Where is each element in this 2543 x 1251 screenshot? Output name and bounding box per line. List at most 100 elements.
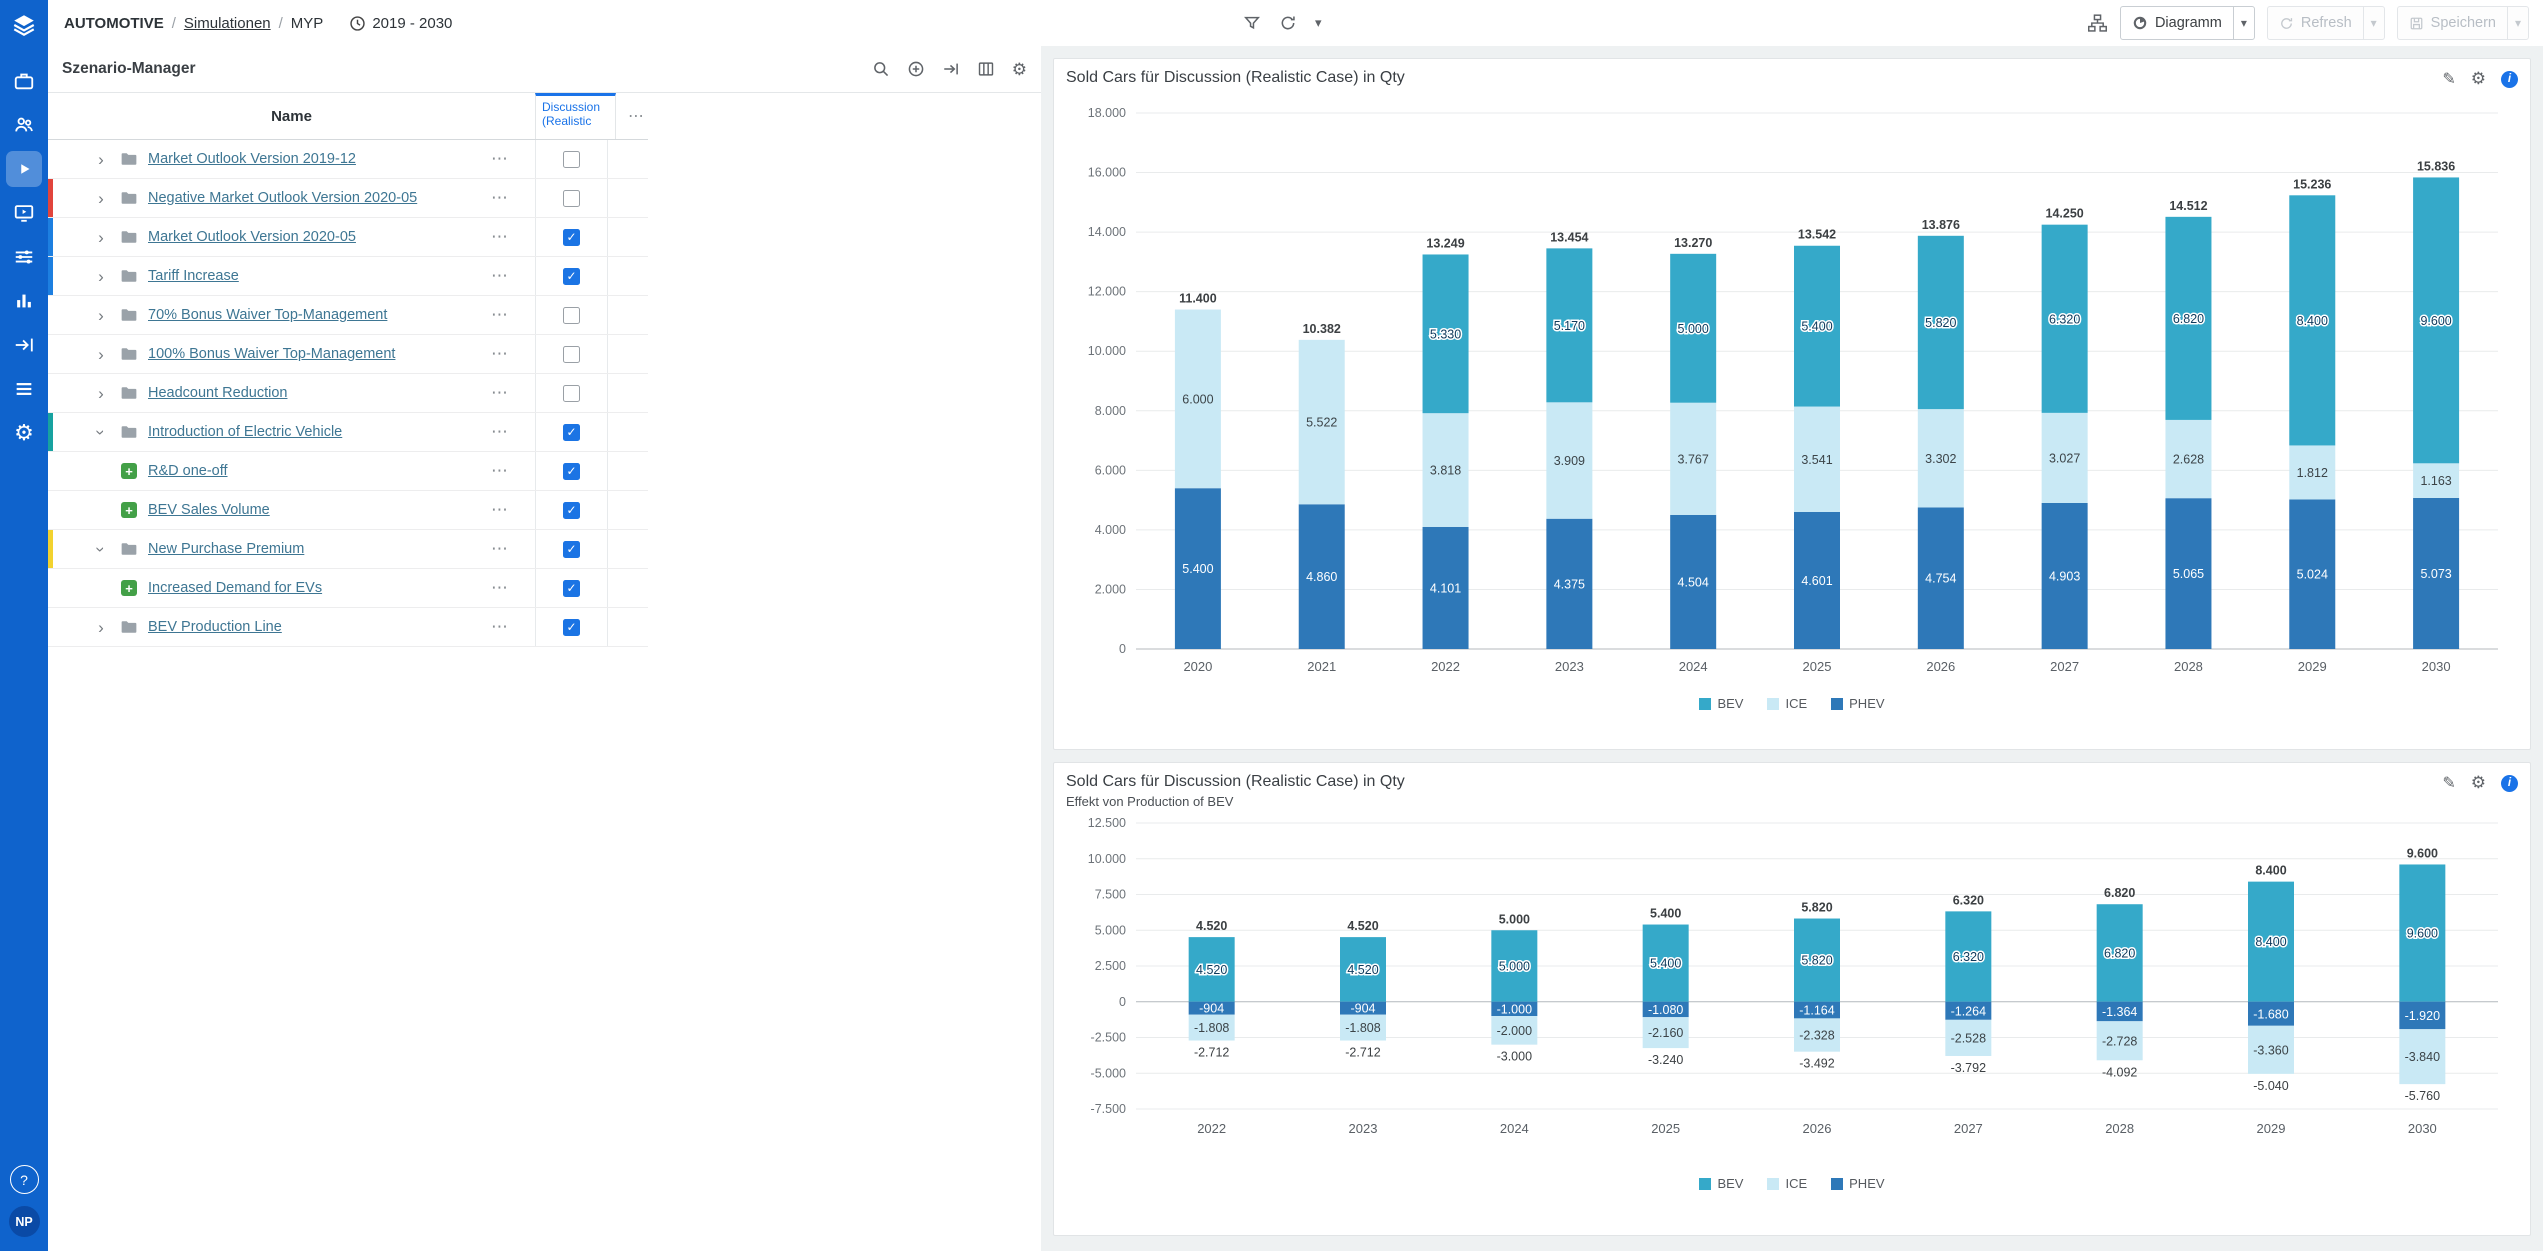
nav-analytics-icon[interactable] [6,283,42,319]
gear-icon[interactable]: ⚙ [1012,61,1027,78]
chevron-right-icon[interactable]: › [92,268,110,285]
svg-text:-2.528: -2.528 [1951,1031,1986,1045]
row-menu-icon[interactable]: ⋯ [491,344,509,364]
scenario-link[interactable]: Tariff Increase [148,268,239,284]
view-select-caret[interactable]: ▾ [2233,7,2254,39]
search-icon[interactable] [872,60,890,78]
chevron-right-icon[interactable]: › [92,346,110,363]
legend-item[interactable]: PHEV [1831,1176,1884,1191]
row-menu-icon[interactable]: ⋯ [491,383,509,403]
scenario-link[interactable]: R&D one-off [148,463,228,479]
legend-swatch [1831,1178,1843,1190]
chevron-right-icon[interactable]: › [92,619,110,636]
row-menu-icon[interactable]: ⋯ [491,305,509,325]
chevron-down-icon[interactable]: › [93,540,110,558]
chevron-right-icon[interactable]: › [92,190,110,207]
discussion-checkbox[interactable]: ✓ [563,541,580,558]
legend-item[interactable]: BEV [1699,1176,1743,1191]
view-select-main[interactable]: Diagramm [2121,7,2233,39]
chevron-right-icon[interactable]: › [92,151,110,168]
discussion-checkbox[interactable] [563,346,580,363]
discussion-checkbox[interactable]: ✓ [563,580,580,597]
nav-simulations-play-icon[interactable] [6,151,42,187]
info-icon[interactable]: i [2501,71,2518,88]
scenario-link[interactable]: Negative Market Outlook Version 2020-05 [148,190,417,206]
nav-sliders-icon[interactable] [6,239,42,275]
discussion-checkbox[interactable]: ✓ [563,229,580,246]
row-menu-icon[interactable]: ⋯ [491,266,509,286]
gear-icon[interactable]: ⚙ [2471,773,2486,793]
jump-to-right-icon[interactable] [942,60,960,78]
info-icon[interactable]: i [2501,775,2518,792]
refresh-button-caret[interactable]: ▾ [2363,7,2384,39]
discussion-column-header[interactable]: Discussion (Realistic [535,93,616,139]
discussion-checkbox[interactable] [563,190,580,207]
chevron-down-icon[interactable]: › [93,423,110,441]
chevron-right-icon[interactable]: › [92,385,110,402]
row-menu-icon[interactable]: ⋯ [491,422,509,442]
save-button[interactable]: Speichern [2398,7,2507,39]
scenario-link[interactable]: Market Outlook Version 2019-12 [148,151,356,167]
scenario-link[interactable]: New Purchase Premium [148,541,304,557]
save-button-caret[interactable]: ▾ [2507,7,2528,39]
row-menu-icon[interactable]: ⋯ [491,149,509,169]
chevron-right-icon[interactable]: › [92,307,110,324]
row-menu-icon[interactable]: ⋯ [491,500,509,520]
edit-pencil-icon[interactable]: ✎ [2442,69,2455,89]
discussion-checkbox[interactable] [563,151,580,168]
nav-users-icon[interactable] [6,107,42,143]
edit-pencil-icon[interactable]: ✎ [2442,773,2455,793]
scenario-link[interactable]: 100% Bonus Waiver Top-Management [148,346,395,362]
row-menu-icon[interactable]: ⋯ [491,539,509,559]
scenario-link[interactable]: Market Outlook Version 2020-05 [148,229,356,245]
scenario-link[interactable]: BEV Production Line [148,619,282,635]
discussion-checkbox[interactable]: ✓ [563,424,580,441]
row-menu-icon[interactable]: ⋯ [491,461,509,481]
row-menu-icon[interactable]: ⋯ [491,617,509,637]
row-menu-icon[interactable]: ⋯ [491,578,509,598]
hierarchy-view-icon[interactable] [2087,13,2108,34]
breadcrumb-separator: / [279,15,283,32]
row-menu-icon[interactable]: ⋯ [491,227,509,247]
legend-item[interactable]: ICE [1767,1176,1807,1191]
discussion-checkbox[interactable]: ✓ [563,619,580,636]
refresh-icon[interactable] [1279,14,1297,32]
view-columns-icon[interactable] [977,60,995,78]
svg-text:3.767: 3.767 [1678,452,1709,466]
breadcrumb-root[interactable]: AUTOMOTIVE [64,15,164,32]
nav-briefcase-icon[interactable] [6,63,42,99]
scenario-link[interactable]: 70% Bonus Waiver Top-Management [148,307,387,323]
discussion-checkbox[interactable]: ✓ [563,502,580,519]
column-options-icon[interactable]: ⋯ [616,93,656,139]
nav-export-arrow-icon[interactable] [6,327,42,363]
row-menu-icon[interactable]: ⋯ [491,188,509,208]
nav-settings-gear-icon[interactable]: ⚙ [6,415,42,451]
discussion-checkbox[interactable] [563,307,580,324]
scenario-link[interactable]: Increased Demand for EVs [148,580,322,596]
legend-item[interactable]: BEV [1699,696,1743,711]
chart-title: Sold Cars für Discussion (Realistic Case… [1066,773,1405,791]
refresh-button[interactable]: Refresh [2268,7,2363,39]
scenario-link[interactable]: Introduction of Electric Vehicle [148,424,342,440]
gear-icon[interactable]: ⚙ [2471,69,2486,89]
breadcrumb-simulations-link[interactable]: Simulationen [184,15,271,32]
chevron-right-icon[interactable]: › [92,229,110,246]
svg-text:10.000: 10.000 [1088,344,1126,358]
nav-rows-icon[interactable] [6,371,42,407]
filter-funnel-icon[interactable] [1243,14,1261,32]
scenario-link[interactable]: Headcount Reduction [148,385,287,401]
scenario-link[interactable]: BEV Sales Volume [148,502,270,518]
legend-item[interactable]: ICE [1767,696,1807,711]
caret-down-icon[interactable]: ▾ [1315,15,1322,31]
discussion-cell [535,374,608,412]
user-avatar[interactable]: NP [9,1206,40,1237]
add-circle-icon[interactable] [907,60,925,78]
discussion-checkbox[interactable] [563,385,580,402]
chart-card-bev-effect: Sold Cars für Discussion (Realistic Case… [1053,762,2531,1236]
name-column-header: Name [48,93,535,139]
help-icon[interactable]: ? [10,1165,39,1194]
discussion-checkbox[interactable]: ✓ [563,268,580,285]
discussion-checkbox[interactable]: ✓ [563,463,580,480]
nav-presentation-icon[interactable] [6,195,42,231]
legend-item[interactable]: PHEV [1831,696,1884,711]
